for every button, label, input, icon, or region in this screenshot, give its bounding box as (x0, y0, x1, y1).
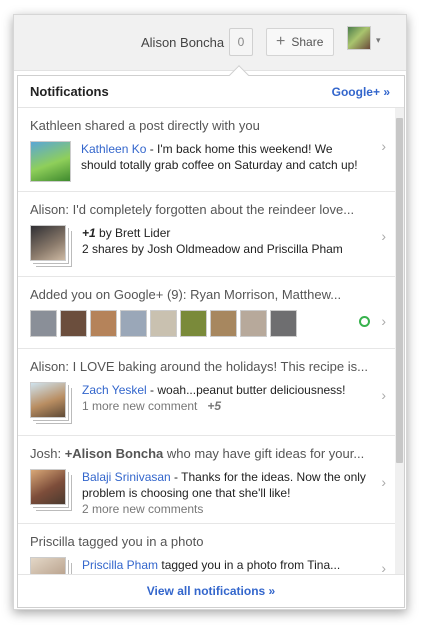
notification-heading: Alison: I LOVE baking around the holiday… (30, 359, 368, 374)
more-comments-count: 1 more new comment (82, 399, 198, 413)
notification-count-button[interactable]: 0 (229, 28, 253, 56)
avatar (30, 310, 57, 337)
avatar (30, 469, 66, 505)
profile-avatar[interactable] (347, 26, 371, 50)
mention[interactable]: +Alison Boncha (65, 446, 164, 461)
chevron-right-icon: › (381, 138, 386, 154)
notification-heading: Alison: I'd completely forgotten about t… (30, 202, 355, 217)
panel-title: Notifications (30, 84, 109, 99)
shares-summary: 2 shares by Josh Oldmeadow and Priscilla… (82, 242, 343, 256)
user-name-link[interactable]: Alison Boncha (141, 35, 224, 50)
more-comments-count: 2 more new comments (82, 502, 204, 516)
notification-text: +1 by Brett Lider 2 shares by Josh Oldme… (82, 226, 343, 256)
notification-item[interactable]: Kathleen shared a post directly with you… (18, 108, 396, 192)
author-link[interactable]: Priscilla Pham (82, 558, 158, 572)
plus-count: +5 (207, 399, 222, 413)
chevron-right-icon: › (381, 474, 386, 490)
avatar (120, 310, 147, 337)
chevron-right-icon: › (381, 228, 386, 244)
avatar (180, 310, 207, 337)
share-button[interactable]: + Share (266, 28, 334, 56)
panel-footer: View all notifications » (18, 574, 404, 607)
author-link[interactable]: Zach Yeskel (82, 383, 147, 397)
google-plus-link[interactable]: Google+ » (332, 85, 390, 99)
share-label: Share (291, 35, 324, 49)
notifications-window: Alison Boncha 0 + Share ▾ Notifications … (13, 14, 407, 610)
notification-heading: Added you on Google+ (9): Ryan Morrison,… (30, 287, 342, 302)
scrollbar-thumb[interactable] (396, 118, 403, 463)
plus-one-badge: +1 (82, 226, 96, 240)
notification-heading: Priscilla tagged you in a photo (30, 534, 204, 549)
notifications-panel: Notifications Google+ » Kathleen shared … (17, 75, 405, 608)
notification-item[interactable]: Alison: I LOVE baking around the holiday… (18, 349, 396, 436)
avatar (60, 310, 87, 337)
chevron-down-icon[interactable]: ▾ (376, 35, 381, 46)
avatar (30, 225, 66, 261)
avatar (30, 141, 71, 182)
scrollbar[interactable] (395, 108, 404, 576)
chevron-right-icon: › (381, 387, 386, 403)
avatar (210, 310, 237, 337)
panel-header: Notifications Google+ » (18, 76, 404, 108)
notification-item[interactable]: Josh: +Alison Boncha who may have gift i… (18, 436, 396, 524)
add-to-circles-icon[interactable] (359, 316, 370, 327)
avatar (150, 310, 177, 337)
avatar (90, 310, 117, 337)
notification-heading: Josh: +Alison Boncha who may have gift i… (30, 446, 365, 461)
avatar (240, 310, 267, 337)
author-link[interactable]: Balaji Srinivasan (82, 470, 171, 484)
notification-text: Zach Yeskel - woah...peanut butter delic… (82, 383, 346, 413)
notification-list: Kathleen shared a post directly with you… (18, 108, 396, 576)
notification-heading: Kathleen shared a post directly with you (30, 118, 260, 133)
avatar (270, 310, 297, 337)
notification-item[interactable]: Alison: I'd completely forgotten about t… (18, 192, 396, 277)
chevron-right-icon: › (381, 313, 386, 329)
notification-item[interactable]: Priscilla tagged you in a photo Priscill… (18, 524, 396, 576)
plus-icon: + (276, 33, 286, 50)
notification-text: Kathleen Ko - I'm back home this weekend… (81, 142, 358, 172)
view-all-notifications-link[interactable]: View all notifications » (147, 584, 275, 598)
author-link[interactable]: Kathleen Ko (81, 142, 146, 156)
notification-item[interactable]: Added you on Google+ (9): Ryan Morrison,… (18, 277, 396, 349)
added-by-faces (18, 302, 396, 347)
avatar (30, 382, 66, 418)
notification-text: Balaji Srinivasan - Thanks for the ideas… (82, 470, 366, 516)
top-bar: Alison Boncha 0 + Share ▾ (14, 15, 406, 71)
